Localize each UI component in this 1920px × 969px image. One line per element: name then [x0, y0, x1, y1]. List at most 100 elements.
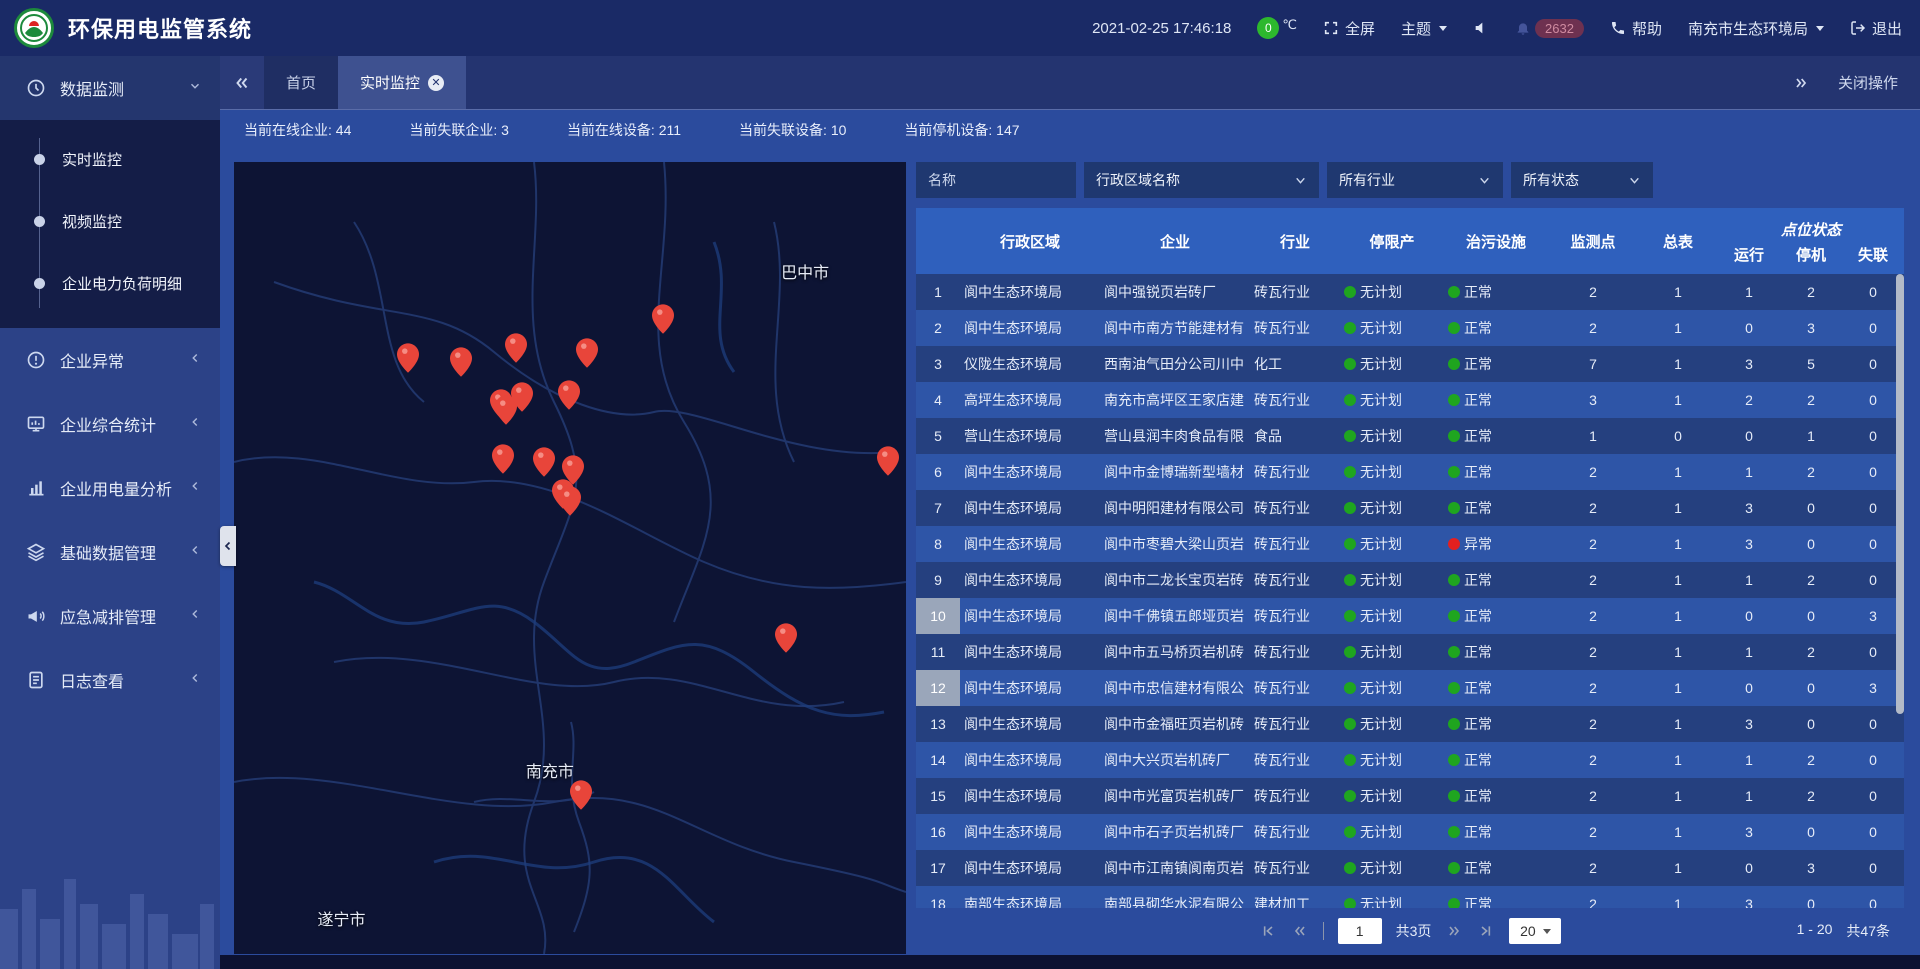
map-pin-icon[interactable] — [492, 444, 514, 474]
table-row[interactable]: 18南部生态环境局南部县砌华水泥有限公建材加工无计划正常21300 — [916, 886, 1904, 908]
sidebar-item-power-usage-analysis[interactable]: 企业用电量分析 — [0, 456, 220, 520]
sidebar-item-data-monitor[interactable]: 数据监测 — [0, 56, 220, 120]
next-page-button[interactable] — [1445, 922, 1463, 940]
sidebar-item-realtime-monitor[interactable]: 实时监控 — [0, 128, 220, 190]
green-status-dot-icon — [1344, 610, 1356, 622]
row-index-cell: 17 — [916, 850, 960, 886]
sidebar-item-power-load-detail[interactable]: 企业电力负荷明细 — [0, 252, 220, 314]
cell-monitors: 7 — [1548, 346, 1638, 382]
chevron-down-icon — [1294, 174, 1307, 187]
table-row[interactable]: 17阆中生态环境局阆中市江南镇阆南页岩砖瓦行业无计划正常21030 — [916, 850, 1904, 886]
table-row[interactable]: 15阆中生态环境局阆中市光富页岩机砖厂砖瓦行业无计划正常21120 — [916, 778, 1904, 814]
tabs-scroll-left-button[interactable] — [220, 56, 264, 109]
region-select[interactable]: 行政区域名称 — [1084, 162, 1319, 198]
sidebar-item-video-monitor[interactable]: 视频监控 — [0, 190, 220, 252]
cell-running: 3 — [1718, 814, 1780, 850]
cell-industry: 砖瓦行业 — [1250, 490, 1340, 526]
map-pin-icon[interactable] — [505, 333, 527, 363]
cell-offline: 3 — [1842, 598, 1904, 634]
tabs-scroll-right-button[interactable] — [1792, 74, 1810, 92]
help-button[interactable]: 帮助 — [1610, 18, 1662, 39]
cell-facility-label: 正常 — [1464, 426, 1492, 446]
table-row[interactable]: 16阆中生态环境局阆中市石子页岩机砖厂砖瓦行业无计划正常21300 — [916, 814, 1904, 850]
cell-offline: 0 — [1842, 742, 1904, 778]
cell-industry: 砖瓦行业 — [1250, 742, 1340, 778]
user-menu[interactable]: 南充市生态环境局 — [1688, 18, 1824, 39]
cell-industry: 砖瓦行业 — [1250, 670, 1340, 706]
page-size-select[interactable]: 20 — [1509, 918, 1561, 944]
logout-button[interactable]: 退出 — [1850, 18, 1902, 39]
alert-circle-icon — [26, 350, 46, 370]
sidebar-item-emergency-reduction[interactable]: 应急减排管理 — [0, 584, 220, 648]
cell-facility-label: 正常 — [1464, 570, 1492, 590]
cell-company: 阆中市枣碧大梁山页岩 — [1100, 526, 1250, 562]
cell-facility: 正常 — [1444, 850, 1548, 886]
cell-monitors: 2 — [1548, 490, 1638, 526]
first-page-button[interactable] — [1259, 922, 1277, 940]
fullscreen-button[interactable]: 全屏 — [1323, 18, 1375, 39]
table-row[interactable]: 13阆中生态环境局阆中市金福旺页岩机砖砖瓦行业无计划正常21300 — [916, 706, 1904, 742]
row-index-cell: 11 — [916, 634, 960, 670]
sidebar-item-base-data-manage[interactable]: 基础数据管理 — [0, 520, 220, 584]
industry-select[interactable]: 所有行业 — [1327, 162, 1503, 198]
tab-realtime-monitor[interactable]: 实时监控 ✕ — [338, 56, 466, 109]
map-pin-icon[interactable] — [576, 338, 598, 368]
table-row[interactable]: 2阆中生态环境局阆中市南方节能建材有砖瓦行业无计划正常21030 — [916, 310, 1904, 346]
cell-plan-label: 无计划 — [1360, 606, 1402, 626]
map-pin-icon[interactable] — [652, 304, 674, 334]
green-status-dot-icon — [1448, 790, 1460, 802]
cell-industry: 砖瓦行业 — [1250, 454, 1340, 490]
cell-meters: 1 — [1638, 706, 1718, 742]
close-operations-button[interactable]: 关闭操作 — [1838, 72, 1898, 93]
temperature-unit: ℃ — [1282, 17, 1297, 33]
table-row[interactable]: 5营山生态环境局营山县润丰肉食品有限食品无计划正常10010 — [916, 418, 1904, 454]
table-row[interactable]: 4高坪生态环境局南充市高坪区王家店建砖瓦行业无计划正常31220 — [916, 382, 1904, 418]
map-pin-icon[interactable] — [397, 343, 419, 373]
table-scrollbar[interactable] — [1896, 274, 1904, 714]
table-row[interactable]: 9阆中生态环境局阆中市二龙长宝页岩砖砖瓦行业无计划正常21120 — [916, 562, 1904, 598]
sidebar-item-log-view[interactable]: 日志查看 — [0, 648, 220, 712]
map-pin-icon[interactable] — [570, 780, 592, 810]
cell-industry: 砖瓦行业 — [1250, 598, 1340, 634]
last-page-button[interactable] — [1477, 922, 1495, 940]
theme-button[interactable]: 主题 — [1401, 18, 1447, 39]
notification-widget[interactable]: 2632 — [1515, 19, 1584, 38]
green-status-dot-icon — [1448, 394, 1460, 406]
table-row[interactable]: 7阆中生态环境局阆中明阳建材有限公司砖瓦行业无计划正常21300 — [916, 490, 1904, 526]
green-status-dot-icon — [1344, 574, 1356, 586]
map-panel[interactable]: 巴中市南充市遂宁市 — [234, 162, 906, 954]
map-pin-icon[interactable] — [558, 380, 580, 410]
app-header: 环保用电监管系统 2021-02-25 17:46:18 0 ℃ 全屏 主题 — [0, 0, 1920, 56]
green-status-dot-icon — [1344, 358, 1356, 370]
collapse-panel-button[interactable] — [220, 526, 236, 566]
map-pin-icon[interactable] — [877, 446, 899, 476]
table-row[interactable]: 6阆中生态环境局阆中市金博瑞新型墙材砖瓦行业无计划正常21120 — [916, 454, 1904, 490]
map-pin-icon[interactable] — [533, 447, 555, 477]
mute-button[interactable] — [1473, 20, 1489, 36]
status-select[interactable]: 所有状态 — [1511, 162, 1653, 198]
previous-page-button[interactable] — [1291, 922, 1309, 940]
table-row[interactable]: 14阆中生态环境局阆中大兴页岩机砖厂砖瓦行业无计划正常21120 — [916, 742, 1904, 778]
table-row[interactable]: 1阆中生态环境局阆中强锐页岩砖厂砖瓦行业无计划正常21120 — [916, 274, 1904, 310]
name-search-input[interactable] — [916, 162, 1076, 198]
page-number-input[interactable] — [1338, 918, 1382, 944]
table-row[interactable]: 10阆中生态环境局阆中千佛镇五郎垭页岩砖瓦行业无计划正常21003 — [916, 598, 1904, 634]
table-row[interactable]: 3仪陇生态环境局西南油气田分公司川中化工无计划正常71350 — [916, 346, 1904, 382]
map-pin-icon[interactable] — [559, 486, 581, 516]
map-pin-icon[interactable] — [450, 347, 472, 377]
map-pin-icon[interactable] — [775, 623, 797, 653]
cell-meters: 1 — [1638, 346, 1718, 382]
table-row[interactable]: 8阆中生态环境局阆中市枣碧大梁山页岩砖瓦行业无计划异常21300 — [916, 526, 1904, 562]
table-row[interactable]: 12阆中生态环境局阆中市忠信建材有限公砖瓦行业无计划正常21003 — [916, 670, 1904, 706]
first-page-icon — [1260, 923, 1276, 939]
tab-close-icon[interactable]: ✕ — [428, 75, 444, 91]
table-row[interactable]: 11阆中生态环境局阆中市五马桥页岩机砖砖瓦行业无计划正常21120 — [916, 634, 1904, 670]
map-pin-icon[interactable] — [511, 382, 533, 412]
sidebar-item-enterprise-abnormal[interactable]: 企业异常 — [0, 328, 220, 392]
tab-home[interactable]: 首页 — [264, 56, 338, 109]
row-index-cell: 6 — [916, 454, 960, 490]
cell-meters: 1 — [1638, 850, 1718, 886]
cell-stopped: 0 — [1780, 526, 1842, 562]
sidebar-item-enterprise-statistics[interactable]: 企业综合统计 — [0, 392, 220, 456]
datetime-label: 2021-02-25 17:46:18 — [1092, 20, 1231, 37]
